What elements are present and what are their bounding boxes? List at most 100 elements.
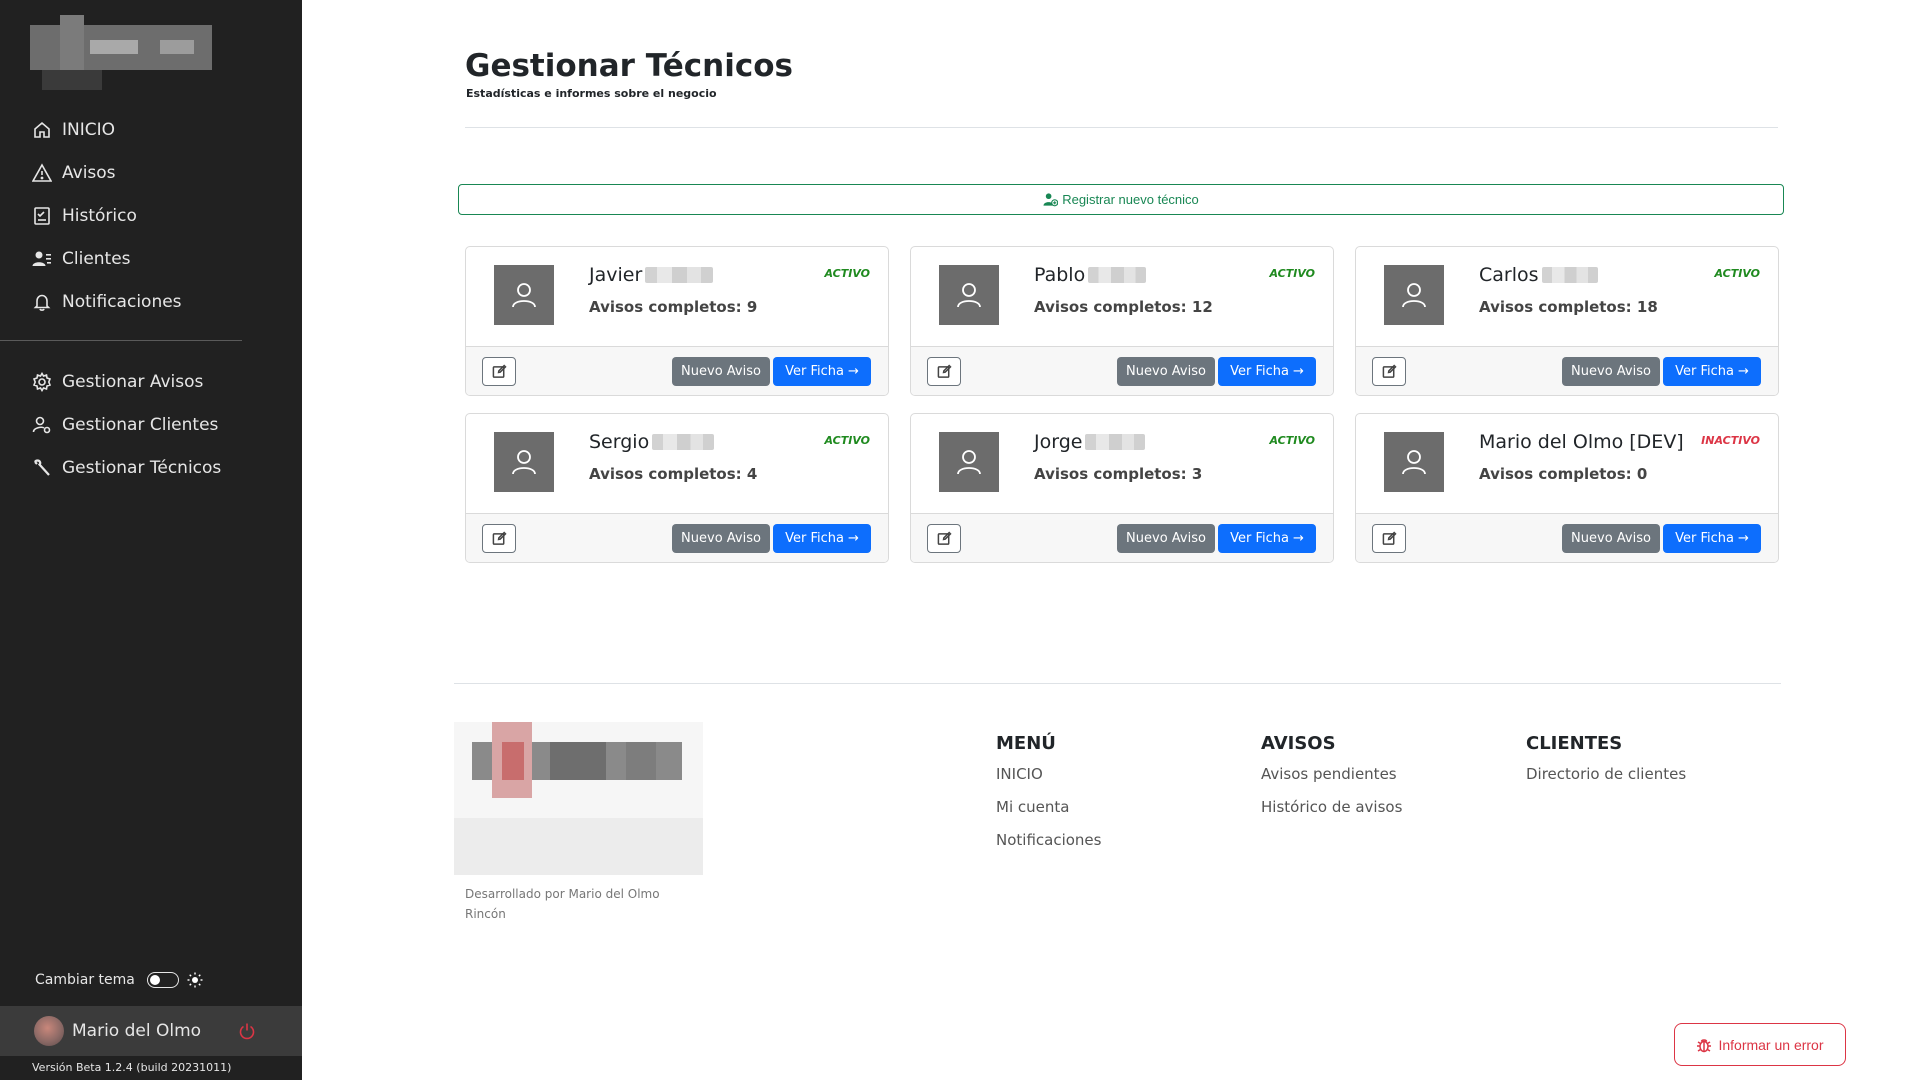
edit-button[interactable] xyxy=(482,524,516,553)
edit-icon xyxy=(1382,531,1397,545)
redacted-surname xyxy=(1085,434,1146,450)
app-version: Versión Beta 1.2.4 (build 20231011) xyxy=(32,1061,232,1074)
edit-button[interactable] xyxy=(482,357,516,386)
register-technician-button[interactable]: Registrar nuevo técnico xyxy=(458,184,1784,215)
footer-link-notificaciones[interactable]: Notificaciones xyxy=(996,831,1101,864)
person-add-icon xyxy=(1043,193,1059,207)
sidebar-item-inicio[interactable]: INICIO xyxy=(0,108,302,151)
app-logo xyxy=(30,15,212,90)
page-subtitle: Estadísticas e informes sobre el negocio xyxy=(466,87,717,100)
technician-name: Javier xyxy=(589,264,714,286)
bell-icon xyxy=(31,291,53,313)
sidebar-item-label: Histórico xyxy=(62,205,137,226)
technician-card: Mario del Olmo [DEV] Avisos completos: 0… xyxy=(1355,413,1779,563)
arrow-right-icon: → xyxy=(1292,364,1304,379)
report-error-label: Informar un error xyxy=(1718,1036,1824,1053)
arrow-right-icon: → xyxy=(847,531,859,546)
sidebar-item-clientes[interactable]: Clientes xyxy=(0,237,302,280)
technician-cards: Javier Avisos completos: 9 ACTIVO Nuevo … xyxy=(465,246,1779,563)
footer-divider xyxy=(454,683,1781,684)
user-avatar-icon xyxy=(939,265,999,325)
status-badge: ACTIVO xyxy=(824,267,870,280)
sidebar-item-gestionar-tecnicos[interactable]: Gestionar Técnicos xyxy=(0,446,302,489)
footer-logo xyxy=(454,722,703,875)
sidebar-nav: INICIO Avisos Histórico Clientes Notific… xyxy=(0,108,302,489)
power-icon[interactable] xyxy=(238,1022,256,1040)
view-file-button[interactable]: Ver Ficha → xyxy=(1663,524,1761,553)
technician-card: Pablo Avisos completos: 12 ACTIVO Nuevo … xyxy=(910,246,1334,396)
new-aviso-button[interactable]: Nuevo Aviso xyxy=(1117,357,1215,386)
edit-button[interactable] xyxy=(1372,524,1406,553)
status-badge: ACTIVO xyxy=(1269,434,1315,447)
new-aviso-button[interactable]: Nuevo Aviso xyxy=(672,524,770,553)
footer-link-mi-cuenta[interactable]: Mi cuenta xyxy=(996,798,1101,831)
register-technician-label: Registrar nuevo técnico xyxy=(1062,192,1199,207)
technician-card: Javier Avisos completos: 9 ACTIVO Nuevo … xyxy=(465,246,889,396)
user-avatar-icon xyxy=(494,432,554,492)
report-error-button[interactable]: Informar un error xyxy=(1674,1023,1846,1066)
card-footer: Nuevo Aviso Ver Ficha → xyxy=(1356,513,1778,562)
sidebar-item-gestionar-avisos[interactable]: Gestionar Avisos xyxy=(0,360,302,403)
sidebar-item-avisos[interactable]: Avisos xyxy=(0,151,302,194)
card-footer: Nuevo Aviso Ver Ficha → xyxy=(1356,346,1778,395)
new-aviso-button[interactable]: Nuevo Aviso xyxy=(1562,357,1660,386)
avatar[interactable] xyxy=(34,1016,64,1046)
footer-link-inicio[interactable]: INICIO xyxy=(996,765,1101,798)
sidebar-item-historico[interactable]: Histórico xyxy=(0,194,302,237)
arrow-right-icon: → xyxy=(1292,531,1304,546)
sidebar-item-label: Gestionar Técnicos xyxy=(62,457,222,478)
sidebar-item-gestionar-clientes[interactable]: Gestionar Clientes xyxy=(0,403,302,446)
header-divider xyxy=(465,127,1778,128)
clients-icon xyxy=(31,248,53,270)
redacted-surname xyxy=(645,267,714,283)
technician-completed-count: Avisos completos: 18 xyxy=(1479,298,1658,316)
status-badge: INACTIVO xyxy=(1701,434,1760,447)
sidebar-item-notificaciones[interactable]: Notificaciones xyxy=(0,280,302,323)
arrow-right-icon: → xyxy=(1737,364,1749,379)
sidebar-item-label: Gestionar Clientes xyxy=(62,414,219,435)
wrench-icon xyxy=(31,457,53,479)
view-file-button[interactable]: Ver Ficha → xyxy=(773,357,871,386)
warning-icon xyxy=(31,162,53,184)
footer-column-title: CLIENTES xyxy=(1526,733,1623,754)
view-file-button[interactable]: Ver Ficha → xyxy=(773,524,871,553)
view-file-button[interactable]: Ver Ficha → xyxy=(1218,357,1316,386)
edit-icon xyxy=(492,531,507,545)
edit-icon xyxy=(492,364,507,378)
view-file-button[interactable]: Ver Ficha → xyxy=(1218,524,1316,553)
footer-column-title: AVISOS xyxy=(1261,733,1336,754)
edit-icon xyxy=(1382,364,1397,378)
history-checklist-icon xyxy=(31,205,53,227)
redacted-surname xyxy=(652,434,715,450)
theme-switcher: Cambiar tema xyxy=(35,972,203,988)
user-name[interactable]: Mario del Olmo xyxy=(72,1021,201,1041)
edit-button[interactable] xyxy=(1372,357,1406,386)
new-aviso-button[interactable]: Nuevo Aviso xyxy=(1117,524,1215,553)
technician-completed-count: Avisos completos: 9 xyxy=(589,298,758,316)
footer-link-directorio-clientes[interactable]: Directorio de clientes xyxy=(1526,765,1686,798)
card-footer: Nuevo Aviso Ver Ficha → xyxy=(911,346,1333,395)
footer-avisos-column: AVISOS Avisos pendientes Histórico de av… xyxy=(1261,733,1402,831)
new-aviso-button[interactable]: Nuevo Aviso xyxy=(1562,524,1660,553)
user-avatar-icon xyxy=(1384,432,1444,492)
sidebar-divider xyxy=(0,340,242,341)
footer-link-avisos-pendientes[interactable]: Avisos pendientes xyxy=(1261,765,1402,798)
view-file-button[interactable]: Ver Ficha → xyxy=(1663,357,1761,386)
arrow-right-icon: → xyxy=(847,364,859,379)
edit-button[interactable] xyxy=(927,524,961,553)
new-aviso-button[interactable]: Nuevo Aviso xyxy=(672,357,770,386)
card-footer: Nuevo Aviso Ver Ficha → xyxy=(466,346,888,395)
technician-name: Jorge xyxy=(1034,431,1146,453)
footer-clientes-column: CLIENTES Directorio de clientes xyxy=(1526,733,1686,798)
footer-link-historico-avisos[interactable]: Histórico de avisos xyxy=(1261,798,1402,831)
technician-name: Mario del Olmo [DEV] xyxy=(1479,431,1684,453)
technician-name: Pablo xyxy=(1034,264,1147,286)
theme-toggle[interactable] xyxy=(146,972,179,988)
edit-button[interactable] xyxy=(927,357,961,386)
sun-icon xyxy=(187,972,203,988)
technician-completed-count: Avisos completos: 3 xyxy=(1034,465,1203,483)
technician-completed-count: Avisos completos: 12 xyxy=(1034,298,1213,316)
edit-icon xyxy=(937,531,952,545)
user-avatar-icon xyxy=(939,432,999,492)
footer-column-title: MENÚ xyxy=(996,733,1056,754)
